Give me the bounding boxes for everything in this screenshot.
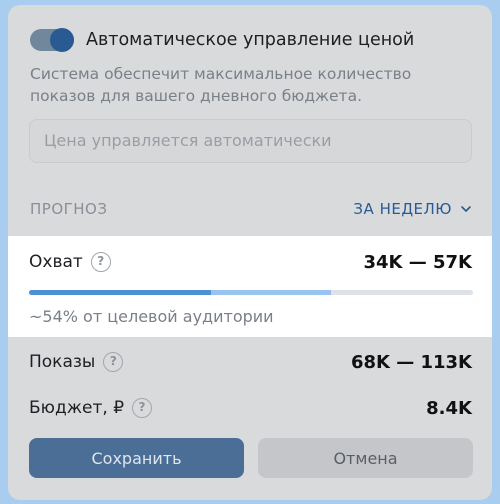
cancel-button[interactable]: Отмена bbox=[258, 438, 473, 478]
auto-price-label: Автоматическое управление ценой bbox=[86, 30, 415, 50]
reach-label: Охват bbox=[29, 252, 83, 272]
audience-note: ~54% от целевой аудитории bbox=[29, 307, 274, 326]
help-icon[interactable]: ? bbox=[132, 398, 153, 418]
reach-value: 34K — 57K bbox=[363, 252, 472, 273]
help-icon[interactable]: ? bbox=[103, 352, 124, 372]
budget-value: 8.4K bbox=[426, 398, 472, 419]
reach-progress-fill bbox=[29, 290, 212, 295]
price-settings-card: Автоматическое управление ценой Система … bbox=[8, 5, 492, 500]
reach-progress-bar bbox=[29, 290, 473, 295]
auto-price-row: Автоматическое управление ценой bbox=[30, 28, 415, 52]
price-input[interactable]: Цена управляется автоматически bbox=[29, 119, 472, 163]
budget-label-row: Бюджет, ₽ ? bbox=[29, 398, 153, 418]
impressions-value: 68K — 113K bbox=[350, 352, 472, 373]
period-label: ЗА НЕДЕЛЮ bbox=[353, 200, 452, 218]
toggle-knob bbox=[50, 28, 74, 52]
chevron-down-icon bbox=[461, 206, 471, 212]
impressions-label: Показы bbox=[29, 352, 96, 372]
auto-price-toggle[interactable] bbox=[30, 28, 74, 52]
period-dropdown[interactable]: ЗА НЕДЕЛЮ bbox=[353, 200, 472, 218]
reach-label-row: Охват ? bbox=[29, 252, 111, 272]
budget-label: Бюджет, ₽ bbox=[29, 398, 125, 418]
help-icon[interactable]: ? bbox=[90, 252, 111, 272]
save-button[interactable]: Сохранить bbox=[29, 438, 244, 478]
impressions-label-row: Показы ? bbox=[29, 352, 124, 372]
auto-price-description: Система обеспечит максимальное количеств… bbox=[30, 65, 412, 105]
forecast-title: ПРОГНОЗ bbox=[30, 200, 108, 218]
